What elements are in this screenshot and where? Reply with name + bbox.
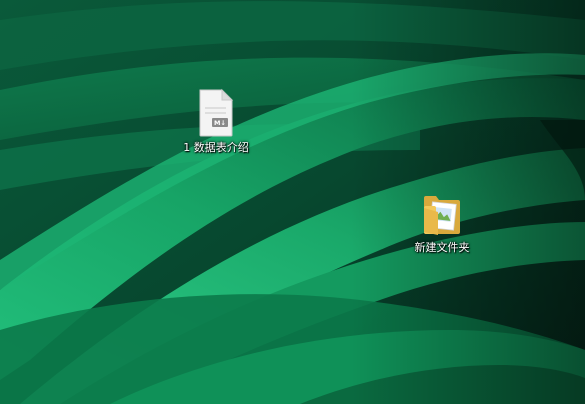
desktop-icon-label: 1 数据表介绍 [183,141,249,154]
desktop-icon-new-folder[interactable]: 新建文件夹 [399,188,485,255]
markdown-badge: M↓ [214,119,226,127]
desktop-icon-markdown-file[interactable]: M↓ 1 数据表介绍 [173,88,259,155]
desktop-wallpaper [0,0,585,404]
desktop-icon-label: 新建文件夹 [414,241,470,254]
folder-icon [424,196,460,235]
markdown-file-icon: M↓ [199,88,234,137]
desktop[interactable]: M↓ 1 数据表介绍 新建文件夹 [0,0,585,404]
